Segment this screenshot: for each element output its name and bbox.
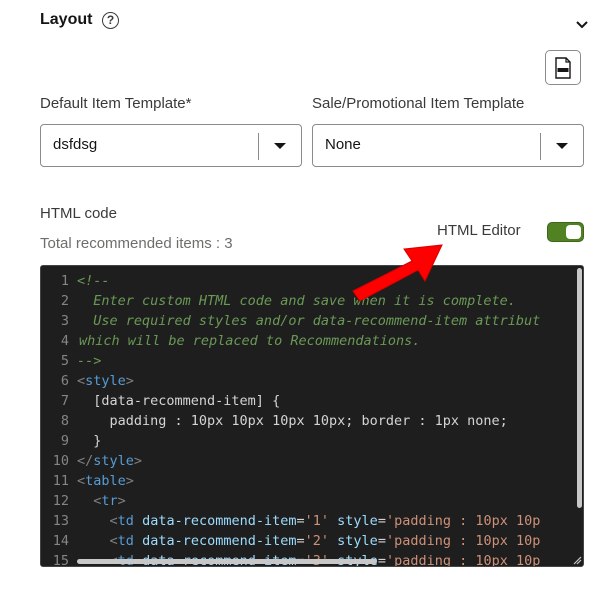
select-divider: [258, 133, 259, 160]
code-line: 4 which will be replaced to Recommendatio…: [41, 331, 583, 351]
code-text: data-recommend-item: [142, 513, 297, 529]
code-text: style: [85, 373, 126, 389]
code-text: padding : 10px 10px 10px 10px; border : …: [77, 413, 508, 429]
resize-grip-icon[interactable]: [572, 555, 582, 565]
line-number: 9: [60, 433, 69, 449]
code-editor[interactable]: 1 <!-- 2 Enter custom HTML code and save …: [40, 265, 584, 567]
code-text: which will be replaced to Recommendation…: [79, 333, 421, 349]
html-code-label: HTML code: [40, 205, 117, 222]
caret-down-icon[interactable]: [556, 143, 568, 149]
line-number: 12: [52, 493, 69, 509]
code-text: td: [117, 513, 134, 529]
code-text: 'padding : 10px 10p: [385, 553, 541, 567]
default-template-value: dsfdsg: [53, 136, 98, 153]
sale-template-value: None: [325, 136, 361, 153]
line-number: 6: [60, 373, 69, 389]
code-text: }: [77, 433, 102, 449]
line-number: 11: [52, 473, 69, 489]
code-text: '2': [304, 533, 330, 549]
code-line: 10 </style>: [41, 451, 583, 471]
code-text: Use required styles and/or data-recommen…: [77, 313, 541, 329]
code-text: style: [337, 513, 378, 529]
html-file-button[interactable]: [545, 50, 581, 85]
vertical-scrollbar[interactable]: [577, 268, 582, 508]
default-template-select[interactable]: dsfdsg: [40, 124, 302, 167]
line-number: 4: [60, 333, 69, 349]
line-number: 15: [52, 553, 69, 567]
code-line: 12 <tr>: [41, 491, 583, 511]
code-line: 7 [data-recommend-item] {: [41, 391, 583, 411]
code-text: <: [77, 373, 86, 389]
code-text: >: [125, 373, 134, 389]
code-lines: 1 <!-- 2 Enter custom HTML code and save …: [41, 271, 583, 567]
toggle-knob: [566, 225, 581, 239]
line-number: 2: [60, 293, 69, 309]
sale-template-select[interactable]: None: [312, 124, 584, 167]
line-number: 8: [60, 413, 69, 429]
code-text: <: [77, 473, 86, 489]
code-text: style: [93, 453, 134, 469]
line-number: 7: [60, 393, 69, 409]
code-line: 2 Enter custom HTML code and save when i…: [41, 291, 583, 311]
line-number: 13: [52, 513, 69, 529]
line-number: 10: [52, 453, 69, 469]
code-text: <!--: [77, 273, 110, 289]
code-line: 11 <table>: [41, 471, 583, 491]
html-file-icon: [555, 56, 571, 79]
default-template-label: Default Item Template*: [40, 95, 192, 112]
sale-template-label: Sale/Promotional Item Template: [312, 95, 525, 112]
code-text: >: [117, 493, 126, 509]
help-icon[interactable]: ?: [102, 12, 119, 29]
section-title: Layout: [40, 11, 93, 28]
horizontal-scrollbar[interactable]: [77, 559, 377, 564]
chevron-down-icon[interactable]: [574, 18, 590, 32]
code-text: 'padding : 10px 10p: [385, 533, 541, 549]
line-number: 14: [52, 533, 69, 549]
code-text: style: [337, 533, 378, 549]
caret-down-icon[interactable]: [274, 143, 286, 149]
code-line: 13 <td data-recommend-item='1' style='pa…: [41, 511, 583, 531]
code-line: 14 <td data-recommend-item='2' style='pa…: [41, 531, 583, 551]
code-line: 8 padding : 10px 10px 10px 10px; border …: [41, 411, 583, 431]
code-line: 1 <!--: [41, 271, 583, 291]
code-text: <: [109, 513, 118, 529]
red-arrow-annotation: [352, 244, 443, 302]
code-text: </: [77, 453, 94, 469]
code-text: 'padding : 10px 10p: [385, 513, 541, 529]
code-text: >: [125, 473, 134, 489]
html-editor-toggle[interactable]: [547, 222, 584, 242]
code-text: td: [117, 533, 134, 549]
code-text: >: [133, 453, 143, 469]
code-text: table: [85, 473, 126, 489]
code-line: 3 Use required styles and/or data-recomm…: [41, 311, 583, 331]
code-line: 5 -->: [41, 351, 583, 371]
code-text: data-recommend-item: [142, 533, 297, 549]
code-text: -->: [77, 353, 102, 369]
code-text: [data-recommend-item] {: [77, 393, 281, 409]
line-number: 5: [60, 353, 69, 369]
total-items-text: Total recommended items : 3: [40, 235, 233, 252]
code-text: '1': [304, 513, 330, 529]
code-text: tr: [101, 493, 118, 509]
code-line: 6 <style>: [41, 371, 583, 391]
select-divider: [540, 133, 541, 160]
code-line: 9 }: [41, 431, 583, 451]
line-number: 3: [60, 313, 69, 329]
line-number: 1: [60, 273, 69, 289]
code-text: <: [109, 533, 118, 549]
